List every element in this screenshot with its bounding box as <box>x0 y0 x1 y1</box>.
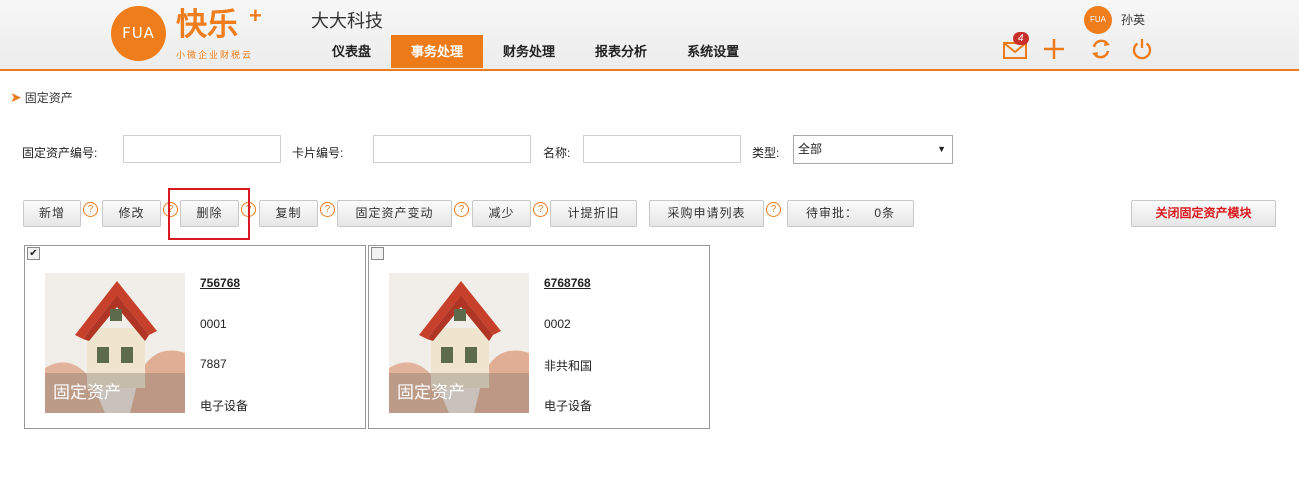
edit-button[interactable]: 修改 <box>102 200 161 227</box>
nav-finance[interactable]: 财务处理 <box>483 35 575 68</box>
asset-code-link[interactable]: 756768 <box>200 276 240 290</box>
company-name: 大大科技 <box>311 11 383 31</box>
asset-code-link[interactable]: 6768768 <box>544 276 591 290</box>
type-select-value: 全部 <box>798 142 823 156</box>
brand-plus: + <box>249 3 262 28</box>
asset-name: 7887 <box>200 357 227 371</box>
asset-no-input[interactable] <box>123 135 281 163</box>
type-label: 类型: <box>752 146 780 160</box>
reduce-help-icon[interactable]: ? <box>533 202 548 217</box>
asset-card[interactable]: ✔ 固定资产 756768 0001 7887 电子设备 <box>24 245 366 429</box>
asset-type: 电子设备 <box>200 399 249 413</box>
nav-reports[interactable]: 报表分析 <box>575 35 667 68</box>
user-avatar[interactable]: FUA <box>1084 6 1112 34</box>
purchase-list-button[interactable]: 采购申请列表 <box>649 200 764 227</box>
image-caption: 固定资产 <box>397 383 465 402</box>
brand-subtitle: 小微企业财税云 <box>176 50 254 60</box>
pending-approval-button[interactable]: 待审批： 0条 <box>787 200 914 227</box>
main-nav: 仪表盘 事务处理 财务处理 报表分析 系统设置 <box>312 35 759 68</box>
app-logo[interactable]: FUA <box>111 6 166 61</box>
asset-card-no: 0001 <box>200 317 227 331</box>
pending-count: 0条 <box>874 206 896 220</box>
refresh-icon[interactable] <box>1090 38 1112 66</box>
asset-no-label: 固定资产编号: <box>22 146 98 160</box>
copy-help-icon[interactable]: ? <box>320 202 335 217</box>
power-icon[interactable] <box>1131 38 1153 66</box>
asset-change-button[interactable]: 固定资产变动 <box>337 200 452 227</box>
card-checkbox[interactable]: ✔ <box>27 247 40 260</box>
reduce-button[interactable]: 减少 <box>472 200 531 227</box>
type-select[interactable]: 全部 ▼ <box>793 135 953 164</box>
nav-dashboard[interactable]: 仪表盘 <box>312 35 391 68</box>
asset-card[interactable]: 固定资产 6768768 0002 非共和国 电子设备 <box>368 245 710 429</box>
copy-button[interactable]: 复制 <box>259 200 318 227</box>
chevron-down-icon: ▼ <box>937 144 946 154</box>
asset-image: 固定资产 <box>389 273 529 413</box>
add-help-icon[interactable]: ? <box>83 202 98 217</box>
mail-count-badge: 4 <box>1013 32 1029 45</box>
close-module-button[interactable]: 关闭固定资产模块 <box>1131 200 1276 227</box>
breadcrumb-arrow-icon: ➤ <box>10 89 22 105</box>
add-button[interactable]: 新增 <box>23 200 81 227</box>
nav-transactions[interactable]: 事务处理 <box>391 35 484 68</box>
asset-type: 电子设备 <box>544 399 593 413</box>
card-no-label: 卡片编号: <box>292 146 344 160</box>
name-label: 名称: <box>543 146 571 160</box>
pending-label: 待审批： <box>805 206 858 220</box>
purchase-help-icon[interactable]: ? <box>766 202 781 217</box>
breadcrumb: ➤ 固定资产 <box>10 89 73 106</box>
change-help-icon[interactable]: ? <box>454 202 469 217</box>
image-caption: 固定资产 <box>53 383 121 402</box>
brand-name: 快乐 <box>176 7 238 43</box>
asset-image: 固定资产 <box>45 273 185 413</box>
add-icon[interactable] <box>1043 38 1065 66</box>
card-checkbox[interactable] <box>371 247 384 260</box>
delete-highlight-box <box>168 188 250 240</box>
card-no-input[interactable] <box>373 135 531 163</box>
nav-settings[interactable]: 系统设置 <box>667 35 759 68</box>
depreciation-button[interactable]: 计提折旧 <box>550 200 637 227</box>
top-header: FUA 快乐 + 小微企业财税云 大大科技 仪表盘 事务处理 财务处理 报表分析… <box>0 0 1299 71</box>
asset-name: 非共和国 <box>544 359 593 373</box>
breadcrumb-label[interactable]: 固定资产 <box>25 89 73 106</box>
asset-card-no: 0002 <box>544 317 571 331</box>
name-input[interactable] <box>583 135 741 163</box>
user-name[interactable]: 孙英 <box>1121 11 1145 28</box>
